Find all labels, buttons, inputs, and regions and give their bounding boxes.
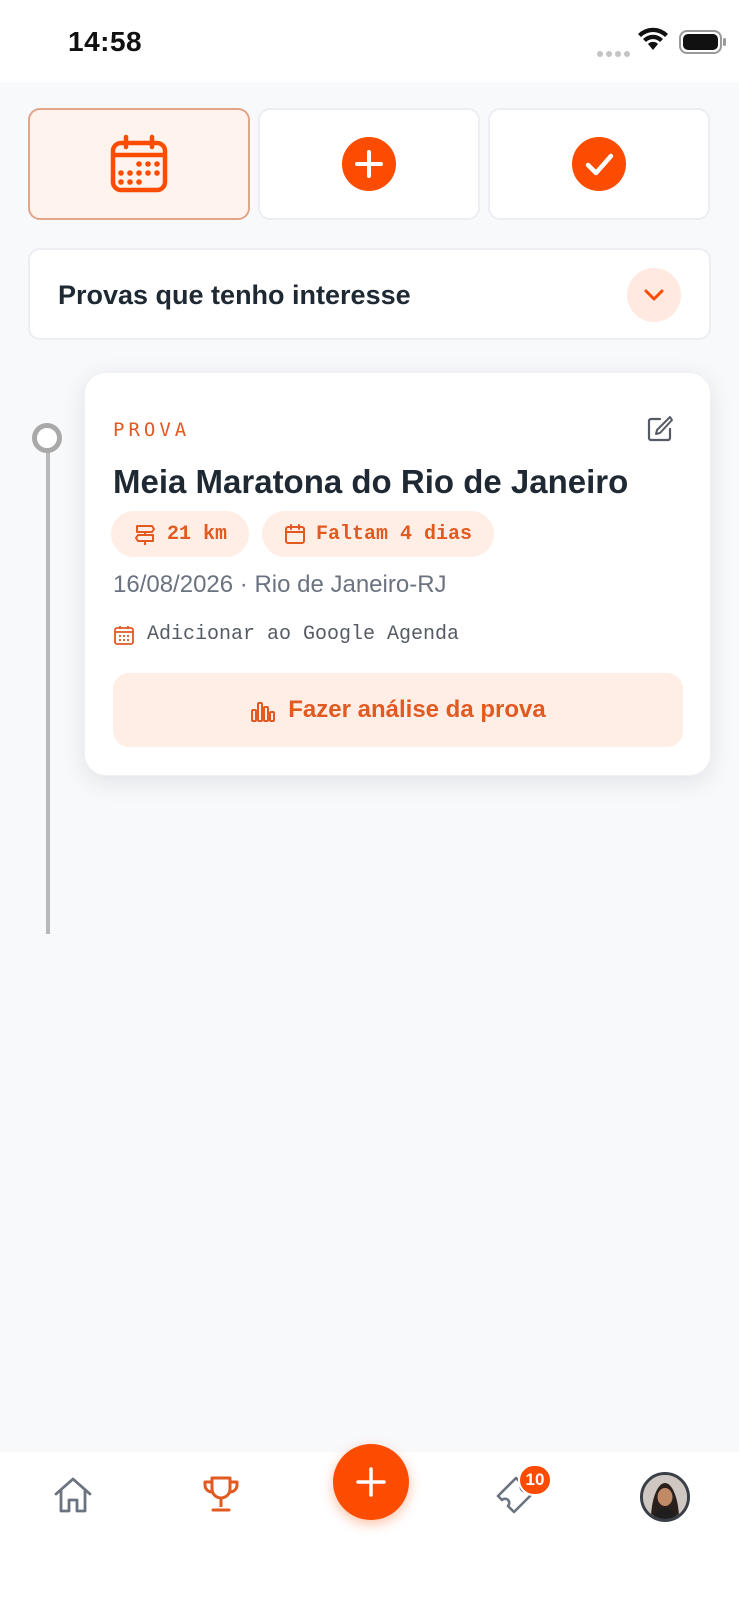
profile-avatar[interactable] [640, 1472, 690, 1522]
calendar-small-icon [285, 524, 305, 544]
event-kind-label: PROVA [113, 419, 191, 441]
edit-icon [647, 416, 673, 442]
distance-chip: 21 km [111, 511, 250, 557]
analyze-race-button[interactable]: Fazer análise da prova [113, 673, 683, 747]
analyze-label: Fazer análise da prova [288, 696, 546, 723]
filter-label: Provas que tenho interesse [58, 280, 411, 310]
check-circle-icon [572, 137, 626, 191]
calendar-link-text: Adicionar ao Google Agenda [147, 623, 460, 646]
tab-completed[interactable] [488, 108, 710, 220]
event-date-location: 16/08/2026 · Rio de Janeiro-RJ [113, 571, 447, 598]
event-title: Meia Maratona do Rio de Janeiro [113, 463, 629, 500]
plus-circle-icon [342, 137, 396, 191]
status-time: 14:58 [68, 26, 143, 57]
countdown-chip: Faltam 4 dias [262, 511, 495, 557]
nav-tickets[interactable]: 10 [494, 1464, 552, 1521]
calendar-icon [110, 134, 168, 193]
google-calendar-link[interactable]: Adicionar ao Google Agenda [113, 623, 459, 646]
bottom-navigation: 10 [0, 1444, 739, 1600]
filter-dropdown[interactable]: Provas que tenho interesse [28, 248, 711, 340]
cellular-signal-icon [597, 44, 633, 62]
distance-value: 21 km [167, 522, 228, 546]
tab-add[interactable] [258, 108, 480, 220]
avatar-image [643, 1475, 687, 1519]
ticket-badge: 10 [518, 1464, 552, 1496]
timeline-node [32, 423, 62, 453]
nav-races[interactable] [200, 1474, 242, 1521]
plus-icon [356, 1467, 386, 1497]
nav-home[interactable] [52, 1474, 94, 1521]
timeline-line [46, 450, 50, 934]
tab-calendar[interactable] [28, 108, 250, 220]
calendar-grid-icon [114, 625, 134, 645]
signpost-icon [135, 525, 155, 545]
wifi-icon [638, 27, 668, 50]
bar-chart-icon [251, 702, 276, 722]
countdown-text: Faltam 4 dias [316, 522, 473, 546]
status-bar: 14:58 [0, 0, 739, 82]
battery-icon [679, 30, 726, 54]
edit-button[interactable] [646, 415, 674, 448]
filter-toggle-button[interactable] [627, 268, 681, 322]
trophy-icon [203, 1476, 239, 1512]
event-card: PROVA Meia Maratona do Rio de Janeiro 21… [84, 372, 711, 776]
chevron-down-icon [644, 289, 664, 301]
create-button[interactable] [333, 1444, 409, 1520]
home-icon [54, 1477, 92, 1513]
